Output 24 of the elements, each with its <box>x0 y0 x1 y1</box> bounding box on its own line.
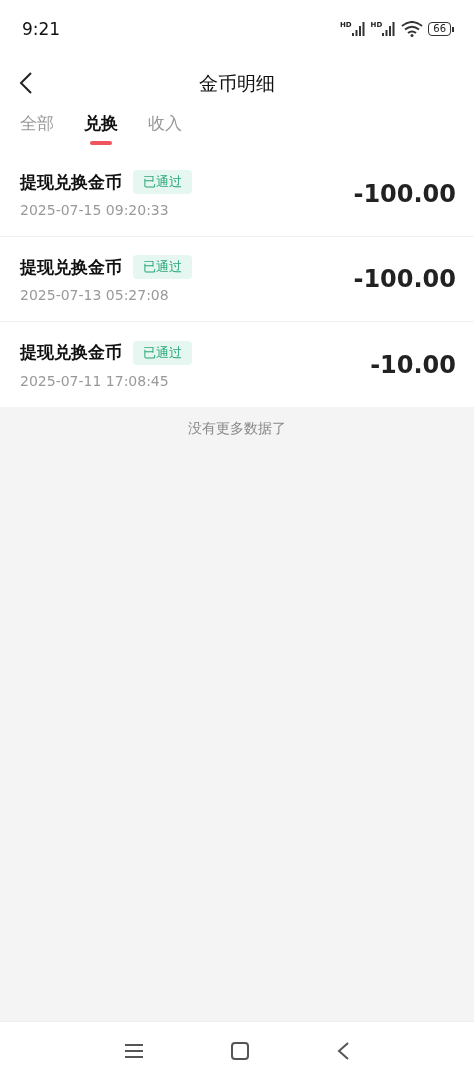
status-time: 9:21 <box>22 19 61 39</box>
record-row[interactable]: 提现兑换金币 已通过 2025-07-15 09:20:33 -100.00 <box>0 152 474 237</box>
record-amount: -100.00 <box>353 265 456 293</box>
end-of-list-note: 没有更多数据了 <box>187 420 287 438</box>
record-amount: -100.00 <box>353 180 456 208</box>
menu-icon[interactable] <box>125 1043 143 1059</box>
record-title: 提现兑换金币 <box>20 341 122 364</box>
record-amount: -10.00 <box>370 350 456 379</box>
record-title: 提现兑换金币 <box>20 170 122 194</box>
record-row[interactable]: 提现兑换金币 已通过 2025-07-11 17:08:45 -10.00 <box>0 322 474 407</box>
record-row[interactable]: 提现兑换金币 已通过 2025-07-13 05:27:08 -100.00 <box>0 237 474 322</box>
battery-icon: 66 <box>428 22 454 36</box>
status-badge: 已通过 <box>133 340 192 365</box>
record-title: 提现兑换金币 <box>20 255 122 279</box>
record-time: 2025-07-13 05:27:08 <box>20 287 170 303</box>
status-badge: 已通过 <box>133 255 192 279</box>
record-time: 2025-07-11 17:08:45 <box>20 372 170 389</box>
status-badge: 已通过 <box>133 170 192 194</box>
home-icon[interactable] <box>231 1042 249 1060</box>
page-title: 金币明细 <box>199 71 275 96</box>
record-time: 2025-07-15 09:20:33 <box>20 202 170 218</box>
back-icon[interactable] <box>337 1042 349 1060</box>
wifi-icon <box>401 21 424 37</box>
tab[interactable]: 兑换 <box>84 110 118 147</box>
